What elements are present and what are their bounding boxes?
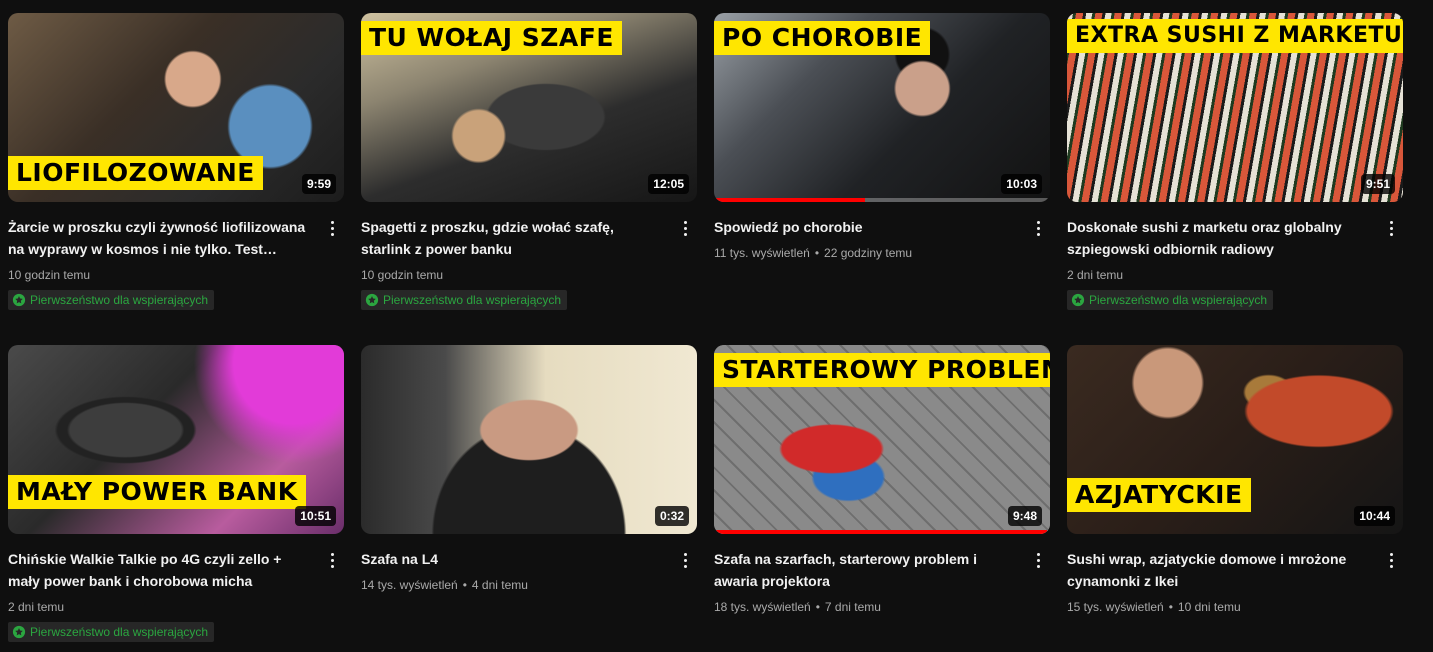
video-card[interactable]: STARTEROWY PROBLEM 9:48 Szafa na szarfac… — [714, 345, 1050, 616]
video-thumbnail[interactable]: AZJATYCKIE 10:44 — [1067, 345, 1403, 534]
video-card[interactable]: PO CHOROBIE 10:03 Spowiedź po chorobie 1… — [714, 13, 1050, 262]
members-first-badge: Pierwszeństwo dla wspierających — [8, 622, 215, 642]
video-title[interactable]: Szafa na L4 — [361, 548, 661, 570]
video-duration: 10:44 — [1354, 506, 1395, 526]
members-first-badge: Pierwszeństwo dla wspierających — [1067, 290, 1274, 310]
more-vert-icon[interactable] — [1379, 216, 1403, 240]
video-meta: 2 dni temu — [1067, 266, 1367, 284]
video-views: 14 tys. wyświetleń — [361, 578, 458, 592]
video-age: 10 godzin temu — [361, 268, 444, 282]
thumbnail-overlay-text: STARTEROWY PROBLEM — [714, 353, 1050, 387]
video-age: 22 godziny temu — [824, 246, 913, 260]
video-card[interactable]: 0:32 Szafa na L4 14 tys. wyświetleń • 4 … — [361, 345, 697, 594]
video-card[interactable]: LIOFILOZOWANE 9:59 Żarcie w proszku czyl… — [8, 13, 344, 312]
meta-separator: • — [1168, 600, 1173, 614]
thumbnail-overlay-text: LIOFILOZOWANE — [8, 156, 263, 190]
more-vert-icon[interactable] — [1379, 548, 1403, 572]
video-thumbnail[interactable]: STARTEROWY PROBLEM 9:48 — [714, 345, 1050, 534]
video-meta: 10 godzin temu — [8, 266, 308, 284]
video-age: 10 dni temu — [1177, 600, 1241, 614]
video-duration: 9:48 — [1007, 506, 1042, 526]
video-duration: 9:59 — [301, 174, 336, 194]
video-thumbnail[interactable]: EXTRA SUSHI Z MARKETU 9:51 — [1067, 13, 1403, 202]
video-title[interactable]: Sushi wrap, azjatyckie domowe i mrożone … — [1067, 548, 1367, 592]
star-circle-icon — [1071, 293, 1085, 307]
video-duration: 0:32 — [654, 506, 689, 526]
thumbnail-overlay-text: EXTRA SUSHI Z MARKETU — [1067, 19, 1403, 53]
star-circle-icon — [12, 625, 26, 639]
video-age: 10 godzin temu — [8, 268, 91, 282]
video-age: 4 dni temu — [471, 578, 528, 592]
video-thumbnail[interactable]: TU WOŁAJ SZAFE 12:05 — [361, 13, 697, 202]
video-meta: 15 tys. wyświetleń • 10 dni temu — [1067, 598, 1367, 616]
video-thumbnail[interactable]: 0:32 — [361, 345, 697, 534]
video-age: 2 dni temu — [1067, 268, 1124, 282]
more-vert-icon[interactable] — [673, 216, 697, 240]
video-card[interactable]: AZJATYCKIE 10:44 Sushi wrap, azjatyckie … — [1067, 345, 1403, 616]
video-card[interactable]: TU WOŁAJ SZAFE 12:05 Spagetti z proszku,… — [361, 13, 697, 312]
thumbnail-overlay-text: PO CHOROBIE — [714, 21, 931, 55]
meta-separator: • — [815, 600, 820, 614]
video-thumbnail[interactable]: LIOFILOZOWANE 9:59 — [8, 13, 344, 202]
video-title[interactable]: Spowiedź po chorobie — [714, 216, 1014, 238]
video-meta: 10 godzin temu — [361, 266, 661, 284]
badge-label: Pierwszeństwo dla wspierających — [383, 293, 562, 307]
video-views: 18 tys. wyświetleń — [714, 600, 811, 614]
more-vert-icon[interactable] — [320, 216, 344, 240]
video-grid: LIOFILOZOWANE 9:59 Żarcie w proszku czyl… — [0, 0, 1433, 652]
video-duration: 10:03 — [1001, 174, 1042, 194]
video-views: 11 tys. wyświetleń — [714, 246, 810, 260]
video-views: 15 tys. wyświetleń — [1067, 600, 1164, 614]
meta-separator: • — [814, 246, 820, 260]
video-title[interactable]: Doskonałe sushi z marketu oraz globalny … — [1067, 216, 1367, 260]
badge-label: Pierwszeństwo dla wspierających — [30, 293, 209, 307]
thumbnail-overlay-text: TU WOŁAJ SZAFE — [361, 21, 622, 55]
video-title[interactable]: Żarcie w proszku czyli żywność liofilizo… — [8, 216, 308, 260]
more-vert-icon[interactable] — [1026, 216, 1050, 240]
video-duration: 9:51 — [1360, 174, 1395, 194]
star-circle-icon — [365, 293, 379, 307]
video-age: 7 dni temu — [824, 600, 881, 614]
video-thumbnail[interactable]: MAŁY POWER BANK 10:51 — [8, 345, 344, 534]
video-meta: 11 tys. wyświetleń • 22 godziny temu — [714, 244, 1014, 262]
video-title[interactable]: Szafa na szarfach, starterowy problem i … — [714, 548, 1014, 592]
video-meta: 2 dni temu — [8, 598, 308, 616]
video-meta: 18 tys. wyświetleń • 7 dni temu — [714, 598, 1014, 616]
more-vert-icon[interactable] — [320, 548, 344, 572]
video-duration: 12:05 — [648, 174, 689, 194]
video-duration: 10:51 — [295, 506, 336, 526]
more-vert-icon[interactable] — [1026, 548, 1050, 572]
video-title[interactable]: Spagetti z proszku, gdzie wołać szafę, s… — [361, 216, 661, 260]
video-meta: 14 tys. wyświetleń • 4 dni temu — [361, 576, 661, 594]
video-card[interactable]: EXTRA SUSHI Z MARKETU 9:51 Doskonałe sus… — [1067, 13, 1403, 312]
members-first-badge: Pierwszeństwo dla wspierających — [361, 290, 568, 310]
thumbnail-overlay-text: MAŁY POWER BANK — [8, 475, 306, 509]
video-title[interactable]: Chińskie Walkie Talkie po 4G czyli zello… — [8, 548, 308, 592]
video-age: 2 dni temu — [8, 600, 65, 614]
badge-label: Pierwszeństwo dla wspierających — [30, 625, 209, 639]
members-first-badge: Pierwszeństwo dla wspierających — [8, 290, 215, 310]
more-vert-icon[interactable] — [673, 548, 697, 572]
video-thumbnail[interactable]: PO CHOROBIE 10:03 — [714, 13, 1050, 202]
meta-separator: • — [462, 578, 467, 592]
video-card[interactable]: MAŁY POWER BANK 10:51 Chińskie Walkie Ta… — [8, 345, 344, 644]
star-circle-icon — [12, 293, 26, 307]
thumbnail-overlay-text: AZJATYCKIE — [1067, 478, 1251, 512]
thumbnail-image — [361, 345, 697, 534]
badge-label: Pierwszeństwo dla wspierających — [1089, 293, 1268, 307]
